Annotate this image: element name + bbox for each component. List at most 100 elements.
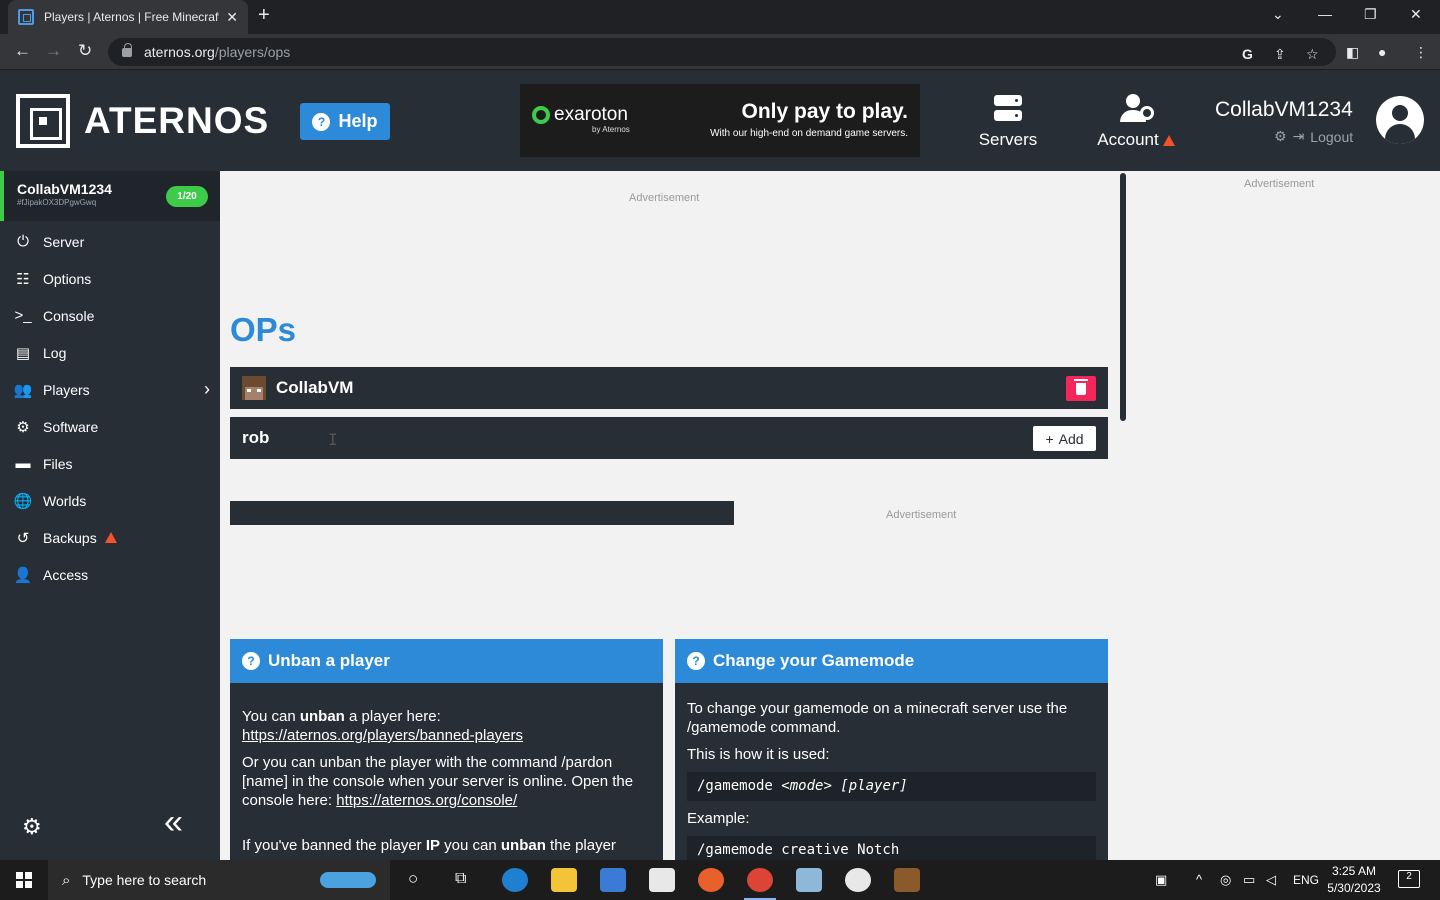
- notepad-icon[interactable]: [796, 868, 822, 892]
- side-panel-icon[interactable]: ◧: [1346, 44, 1359, 61]
- clock-time: 3:25 AM: [1331, 864, 1377, 878]
- taskbar-search[interactable]: ⌕ Type here to search: [48, 860, 390, 900]
- minecraft-icon[interactable]: [894, 868, 920, 892]
- unban-card-title: Unban a player: [268, 651, 390, 670]
- nav-account[interactable]: Account: [1086, 92, 1186, 150]
- banned-players-link[interactable]: https://aternos.org/players/banned-playe…: [242, 727, 523, 744]
- bookmark-star-icon[interactable]: ☆: [1306, 46, 1319, 63]
- sidebar-server-header[interactable]: CollabVM1234 #fJipakOX3DPgwGwq 1/20: [0, 171, 220, 221]
- file-explorer-icon[interactable]: [551, 868, 577, 892]
- tab-search-icon[interactable]: ⌄: [1272, 6, 1284, 23]
- search-icon: ⌕: [62, 871, 71, 889]
- windows-start-icon[interactable]: [16, 872, 32, 888]
- collapse-sidebar-icon[interactable]: «: [164, 803, 183, 842]
- sidebar-item-server[interactable]: ⏻ Server: [0, 223, 220, 260]
- logout-icon[interactable]: ⇥: [1293, 128, 1305, 145]
- user-avatar[interactable]: [1376, 96, 1424, 144]
- gamemode-paragraph-2: This is how it is used:: [687, 746, 830, 763]
- nav-servers[interactable]: Servers: [968, 92, 1048, 150]
- add-op-button[interactable]: + Add: [1033, 426, 1096, 451]
- unban-info-card: ? Unban a player You can unban a player …: [230, 639, 663, 860]
- profile-icon[interactable]: ●: [1378, 44, 1386, 60]
- close-window-icon[interactable]: ✕: [1410, 6, 1422, 23]
- folder-icon: ▬: [15, 455, 31, 472]
- back-icon[interactable]: ←: [14, 41, 31, 61]
- question-icon: ?: [687, 652, 705, 670]
- sidebar-item-software[interactable]: ⚙ Software: [0, 408, 220, 445]
- sidebar-item-players[interactable]: 👥 Players ›: [0, 371, 220, 408]
- logout-link[interactable]: Logout: [1310, 129, 1353, 145]
- sliders-icon: ☷: [16, 270, 30, 288]
- logo-text[interactable]: ATERNOS: [84, 100, 269, 142]
- question-icon: ?: [312, 112, 331, 131]
- restore-icon[interactable]: ❐: [1364, 6, 1377, 23]
- header-ad-banner[interactable]: exaroton by Aternos Only pay to play. Wi…: [520, 84, 920, 157]
- minimize-icon[interactable]: —: [1318, 6, 1332, 22]
- store-icon[interactable]: [600, 868, 626, 892]
- taskbar-clock[interactable]: 3:25 AM 5/30/2023: [1318, 863, 1390, 897]
- feedback-icon[interactable]: [845, 868, 871, 892]
- cortana-icon[interactable]: ○: [408, 869, 418, 889]
- network-icon[interactable]: ▭: [1243, 872, 1255, 888]
- tray-chevron-icon[interactable]: ^: [1196, 872, 1202, 887]
- notification-center-icon[interactable]: 2: [1398, 870, 1420, 888]
- sidebar-item-label: Options: [43, 270, 92, 287]
- browser-tab[interactable]: Players | Aternos | Free Minecraft Serve…: [8, 0, 248, 34]
- address-bar[interactable]: aternos.org /players/ops G ⇪ ☆: [108, 38, 1336, 66]
- aternos-favicon-icon: [18, 9, 34, 25]
- main-content: Advertisement OPs CollabVM + Add I Adver…: [220, 171, 1120, 860]
- main-scrollbar[interactable]: [1120, 173, 1126, 421]
- sidebar-item-label: Log: [43, 344, 67, 361]
- user-links: ⚙ ⇥ Logout: [1274, 128, 1353, 145]
- theme-settings-gear-icon[interactable]: ⚙: [22, 814, 42, 840]
- add-op-input[interactable]: [242, 426, 1012, 450]
- new-tab-icon[interactable]: +: [258, 4, 270, 27]
- remove-op-button[interactable]: [1066, 376, 1096, 401]
- language-indicator[interactable]: ENG: [1293, 873, 1319, 887]
- edge-icon[interactable]: [502, 868, 528, 892]
- sidebar-item-options[interactable]: ☷ Options: [0, 260, 220, 297]
- firefox-icon[interactable]: [698, 868, 724, 892]
- power-icon: ⏻: [17, 233, 29, 250]
- user-settings-gear-icon[interactable]: ⚙: [1274, 128, 1287, 145]
- chrome-icon[interactable]: [747, 868, 773, 892]
- sidebar-item-log[interactable]: ▤ Log: [0, 334, 220, 371]
- sidebar-server-name: CollabVM1234: [17, 181, 112, 197]
- backups-warning-icon: [104, 532, 117, 543]
- plus-icon: +: [1045, 430, 1054, 447]
- tab-title: Players | Aternos | Free Minecraft Serve…: [44, 10, 219, 24]
- unban-paragraph-3: If you've banned the player IP you can u…: [242, 837, 616, 854]
- news-icon[interactable]: ▣: [1155, 872, 1167, 888]
- sidebar-item-label: Access: [43, 566, 89, 583]
- search-highlight-icon: [320, 872, 376, 888]
- ad-brand-sub: by Aternos: [592, 125, 630, 134]
- help-label: Help: [338, 111, 378, 131]
- reload-icon[interactable]: ↻: [78, 41, 92, 61]
- sidebar-item-console[interactable]: >_ Console: [0, 297, 220, 334]
- task-view-icon[interactable]: ⧉: [455, 870, 466, 888]
- help-button[interactable]: ? Help: [300, 103, 390, 140]
- tab-close-icon[interactable]: ✕: [226, 9, 238, 26]
- console-link[interactable]: https://aternos.org/console/: [336, 792, 517, 809]
- gamemode-usage-code: /gamemode <mode> [player]: [687, 772, 1096, 801]
- sidebar-item-files[interactable]: ▬ Files: [0, 445, 220, 482]
- notification-count: 2: [1406, 871, 1412, 882]
- forward-icon[interactable]: →: [45, 41, 62, 61]
- ad-copy: With our high-end on demand game servers…: [710, 128, 908, 139]
- google-lens-icon[interactable]: G: [1242, 46, 1253, 62]
- mail-icon[interactable]: [649, 868, 675, 892]
- share-icon[interactable]: ⇪: [1274, 46, 1286, 63]
- sidebar-item-label: Server: [43, 233, 85, 250]
- lock-icon[interactable]: [122, 42, 132, 57]
- sidebar-item-worlds[interactable]: 🌐 Worlds: [0, 482, 220, 519]
- sidebar-item-access[interactable]: 👤 Access: [0, 556, 220, 593]
- meet-icon[interactable]: ◎: [1220, 872, 1231, 888]
- menu-dots-icon[interactable]: ⋮: [1414, 44, 1428, 61]
- sidebar-item-backups[interactable]: ↺ Backups: [0, 519, 220, 556]
- gamemode-example-code: /gamemode creative Notch: [687, 836, 1096, 860]
- volume-muted-icon[interactable]: ◁: [1266, 872, 1276, 888]
- op-list-item: CollabVM: [230, 367, 1108, 409]
- aternos-logo-icon[interactable]: [16, 94, 70, 148]
- add-op-form: + Add: [230, 417, 1108, 459]
- nav-account-label: Account: [1097, 130, 1159, 149]
